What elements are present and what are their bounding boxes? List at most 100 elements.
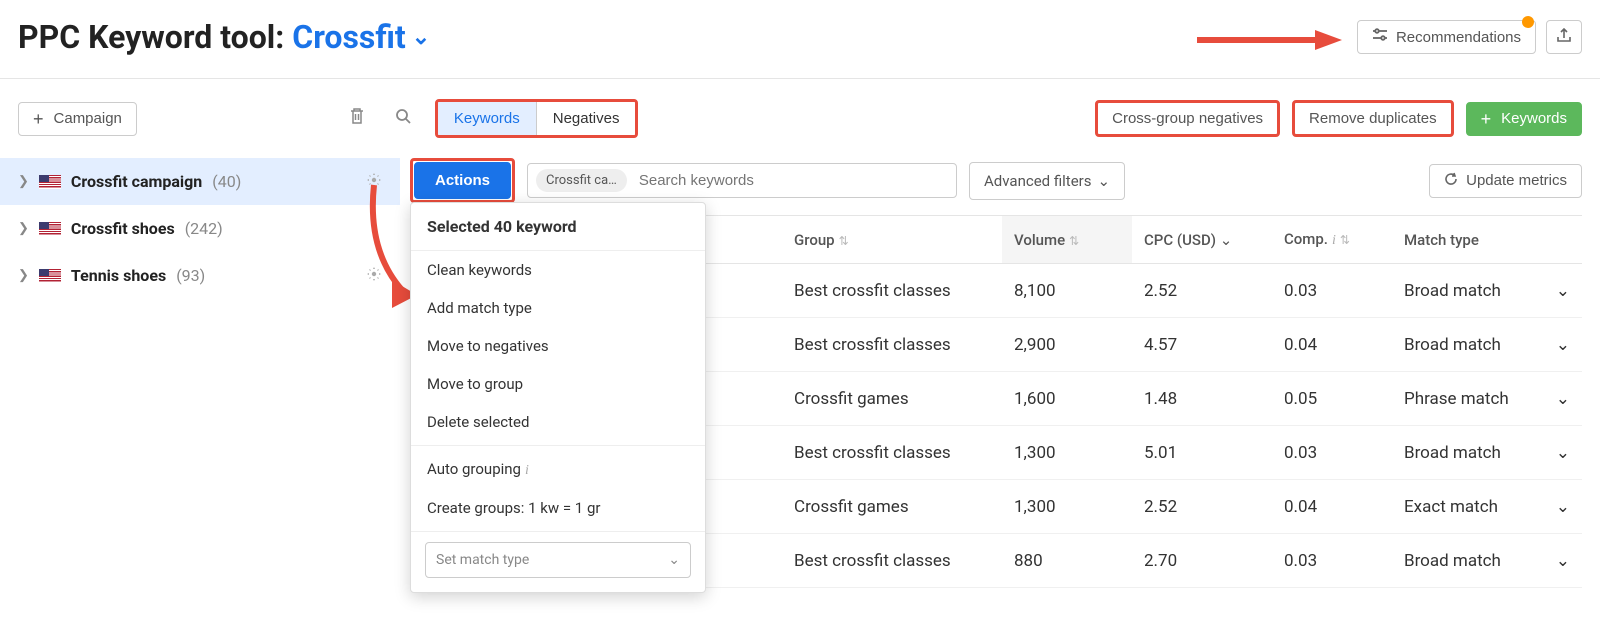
- flag-us-icon: [39, 222, 61, 236]
- chevron-right-icon: ❯: [18, 174, 29, 189]
- cell-match-type[interactable]: Broad match⌄: [1392, 318, 1582, 372]
- dd-delete-selected[interactable]: Delete selected: [411, 403, 705, 441]
- col-group[interactable]: Group⇅: [782, 216, 1002, 264]
- update-metrics-button[interactable]: Update metrics: [1429, 164, 1582, 198]
- campaign-count: (242): [185, 219, 223, 238]
- project-selector[interactable]: Crossfit ⌄: [292, 18, 430, 56]
- cell-comp: 0.04: [1272, 480, 1392, 534]
- chevron-down-icon: ⌄: [668, 552, 680, 568]
- search-campaign-button[interactable]: [389, 102, 417, 135]
- search-icon: [395, 108, 411, 128]
- col-cpc[interactable]: CPC (USD) ⌄: [1132, 216, 1272, 264]
- col-match-type: Match type: [1392, 216, 1582, 264]
- cell-cpc: 2.52: [1132, 264, 1272, 318]
- sidebar-item-tennis-shoes[interactable]: ❯ Tennis shoes (93): [0, 252, 400, 299]
- sliders-icon: [1372, 28, 1388, 46]
- dd-add-match-type[interactable]: Add match type: [411, 289, 705, 327]
- chevron-down-icon: ⌄: [1556, 497, 1570, 517]
- actions-button[interactable]: Actions: [414, 162, 511, 199]
- chevron-down-icon: ⌄: [1220, 231, 1233, 249]
- cell-match-type[interactable]: Broad match⌄: [1392, 264, 1582, 318]
- cell-cpc: 2.70: [1132, 534, 1272, 588]
- keywords-label: Keywords: [1501, 110, 1567, 127]
- export-button[interactable]: [1546, 20, 1582, 54]
- tab-keywords[interactable]: Keywords: [438, 102, 536, 135]
- cell-group: Best crossfit classes: [782, 426, 1002, 480]
- actions-dropdown: Selected 40 keyword Clean keywords Add m…: [410, 202, 706, 593]
- advanced-filters-label: Advanced filters: [984, 172, 1091, 190]
- dd-create-groups[interactable]: Create groups: 1 kw = 1 gr: [411, 489, 705, 527]
- cell-cpc: 5.01: [1132, 426, 1272, 480]
- advanced-filters-button[interactable]: Advanced filters ⌄: [969, 162, 1125, 200]
- set-match-type-label: Set match type: [436, 552, 529, 568]
- recommendations-button[interactable]: Recommendations: [1357, 20, 1536, 54]
- cell-match-type[interactable]: Phrase match⌄: [1392, 372, 1582, 426]
- dd-auto-grouping[interactable]: Auto grouping i: [411, 450, 705, 489]
- main-content: Actions Crossfit ca… Advanced filters ⌄ …: [400, 158, 1600, 588]
- trash-icon: [349, 109, 365, 129]
- cell-comp: 0.04: [1272, 318, 1392, 372]
- add-campaign-button[interactable]: + Campaign: [18, 102, 137, 136]
- cell-match-type[interactable]: Broad match⌄: [1392, 534, 1582, 588]
- tab-negatives[interactable]: Negatives: [536, 102, 636, 135]
- campaign-count: (40): [212, 172, 241, 191]
- flag-us-icon: [39, 175, 61, 189]
- search-input[interactable]: [635, 168, 948, 193]
- campaign-name: Crossfit campaign: [71, 172, 202, 191]
- cell-comp: 0.03: [1272, 534, 1392, 588]
- project-name: Crossfit: [292, 18, 405, 56]
- cell-cpc: 1.48: [1132, 372, 1272, 426]
- chevron-down-icon: ⌄: [1556, 443, 1570, 463]
- auto-grouping-label: Auto grouping: [427, 460, 521, 478]
- campaign-name: Crossfit shoes: [71, 219, 175, 238]
- cell-volume: 1,600: [1002, 372, 1132, 426]
- info-icon: i: [525, 463, 529, 478]
- dd-move-to-group[interactable]: Move to group: [411, 365, 705, 403]
- add-keywords-button[interactable]: + Keywords: [1466, 102, 1582, 136]
- cell-volume: 880: [1002, 534, 1132, 588]
- dd-clean-keywords[interactable]: Clean keywords: [411, 251, 705, 289]
- header: PPC Keyword tool: Crossfit ⌄ Recommendat…: [0, 0, 1600, 79]
- cell-group: Crossfit games: [782, 480, 1002, 534]
- campaign-count: (93): [176, 266, 205, 285]
- chevron-down-icon: ⌄: [1556, 335, 1570, 355]
- sidebar-item-crossfit-shoes[interactable]: ❯ Crossfit shoes (242): [0, 205, 400, 252]
- campaign-sidebar: ❯ Crossfit campaign (40) ❯ Crossfit shoe…: [0, 158, 400, 588]
- sidebar-item-crossfit-campaign[interactable]: ❯ Crossfit campaign (40): [0, 158, 400, 205]
- dd-move-to-negatives[interactable]: Move to negatives: [411, 327, 705, 365]
- sort-icon: ⇅: [1069, 234, 1079, 248]
- cell-cpc: 2.52: [1132, 480, 1272, 534]
- delete-button[interactable]: [343, 101, 371, 136]
- cell-cpc: 4.57: [1132, 318, 1272, 372]
- export-icon: [1557, 28, 1571, 46]
- page-title: PPC Keyword tool: Crossfit ⌄: [18, 18, 430, 56]
- body: ❯ Crossfit campaign (40) ❯ Crossfit shoe…: [0, 158, 1600, 588]
- cross-group-negatives-button[interactable]: Cross-group negatives: [1095, 100, 1280, 137]
- cell-group: Best crossfit classes: [782, 534, 1002, 588]
- chevron-right-icon: ❯: [18, 221, 29, 236]
- cell-group: Best crossfit classes: [782, 318, 1002, 372]
- sort-icon: ⇅: [839, 234, 849, 248]
- remove-duplicates-button[interactable]: Remove duplicates: [1292, 100, 1454, 137]
- dd-set-match-type[interactable]: Set match type ⌄: [425, 542, 691, 578]
- col-comp[interactable]: Comp.i⇅: [1272, 216, 1392, 264]
- filter-chip[interactable]: Crossfit ca…: [536, 169, 627, 192]
- search-keywords[interactable]: Crossfit ca…: [527, 163, 957, 198]
- cell-comp: 0.03: [1272, 264, 1392, 318]
- cell-volume: 2,900: [1002, 318, 1132, 372]
- col-volume[interactable]: Volume⇅: [1002, 216, 1132, 264]
- cell-match-type[interactable]: Exact match⌄: [1392, 480, 1582, 534]
- keywords-negatives-tabs: Keywords Negatives: [435, 99, 639, 138]
- chevron-down-icon: ⌄: [1098, 172, 1111, 190]
- campaign-label: Campaign: [54, 110, 122, 127]
- plus-icon: +: [1481, 110, 1492, 128]
- gear-icon[interactable]: [366, 266, 382, 286]
- cell-volume: 1,300: [1002, 426, 1132, 480]
- cell-volume: 8,100: [1002, 264, 1132, 318]
- gear-icon[interactable]: [366, 172, 382, 192]
- toolbar-right: Cross-group negatives Remove duplicates …: [1095, 100, 1582, 137]
- toolbar: + Campaign Keywords Negatives Cross-grou…: [0, 79, 1600, 158]
- cell-match-type[interactable]: Broad match⌄: [1392, 426, 1582, 480]
- cell-group: Best crossfit classes: [782, 264, 1002, 318]
- sort-icon: ⇅: [1340, 233, 1350, 247]
